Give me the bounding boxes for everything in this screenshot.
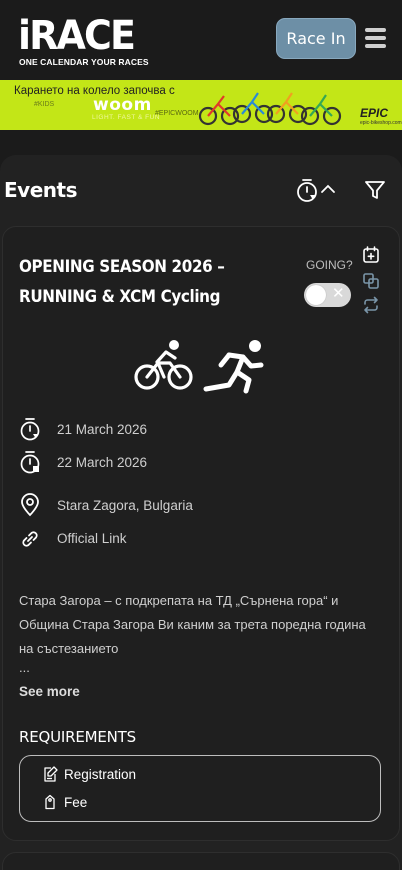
kids-bikes-image: [198, 92, 342, 126]
description-ellipsis: ...: [19, 660, 30, 675]
going-toggle[interactable]: ✕: [304, 283, 351, 307]
filter-icon[interactable]: [364, 179, 386, 201]
cycling-icon: [134, 350, 193, 390]
fee-tag-icon: [45, 794, 55, 810]
sport-icons: [134, 340, 264, 394]
woom-ad-banner[interactable]: Карането на колело започва с #KIDS woom …: [0, 80, 402, 130]
see-more-link[interactable]: See more: [19, 684, 80, 699]
copy-icon[interactable]: [362, 272, 380, 290]
location-row[interactable]: Stara Zagora, Bulgaria: [19, 492, 193, 518]
requirement-label: Fee: [64, 794, 88, 810]
hamburger-menu-icon[interactable]: [365, 25, 387, 51]
toggle-knob: [306, 285, 326, 305]
event-title[interactable]: OPENING SEASON 2026 – RUNNING & XCM Cycl…: [19, 252, 267, 312]
official-link-row[interactable]: Official Link: [19, 525, 127, 551]
going-label: GOING?: [306, 258, 353, 272]
requirement-fee: Fee: [42, 792, 87, 812]
end-date: 22 March 2026: [57, 454, 148, 470]
start-date: 21 March 2026: [57, 421, 148, 437]
requirement-registration: Registration: [42, 764, 136, 784]
timer-end-icon: [20, 451, 40, 474]
end-date-row: 22 March 2026: [19, 449, 147, 475]
timer-sort-icon[interactable]: [296, 178, 340, 204]
epic-partner-logo: EPIC: [360, 106, 389, 120]
requirements-heading: REQUIREMENTS: [19, 728, 136, 746]
epic-partner-url: epic-bikeshop.com: [360, 120, 402, 126]
location-pin-icon: [21, 493, 39, 517]
next-event-card[interactable]: [2, 852, 400, 870]
repeat-icon[interactable]: [362, 296, 380, 314]
race-in-button[interactable]: Race In: [276, 18, 356, 59]
banner-brand-logo: woom: [93, 95, 152, 115]
close-icon: ✕: [332, 285, 345, 302]
running-icon: [203, 352, 264, 394]
banner-kids-tag: #KIDS: [34, 101, 55, 108]
link-icon: [22, 531, 38, 547]
official-link[interactable]: Official Link: [57, 531, 127, 546]
logo-text: iRACE: [18, 13, 136, 59]
events-heading: Events: [4, 178, 77, 202]
timer-start-icon: [20, 418, 40, 441]
registration-icon: [44, 766, 58, 782]
irace-logo[interactable]: iRACE ONE CALENDAR YOUR RACES: [18, 13, 149, 70]
requirements-box: Registration Fee: [19, 755, 381, 822]
start-date-row: 21 March 2026: [19, 416, 147, 442]
requirement-label: Registration: [64, 766, 137, 782]
app-header: iRACE ONE CALENDAR YOUR RACES Race In: [0, 0, 402, 78]
event-description: Стара Загора – с подкрепата на ТД „Сърне…: [19, 593, 366, 656]
banner-brand-tagline: LIGHT. FAST & FUN: [92, 114, 160, 121]
event-location: Stara Zagora, Bulgaria: [57, 497, 193, 513]
logo-tagline: ONE CALENDAR YOUR RACES: [19, 57, 149, 67]
add-to-calendar-icon[interactable]: [362, 246, 380, 264]
banner-hashtag: #EPICWOOM: [155, 110, 199, 117]
